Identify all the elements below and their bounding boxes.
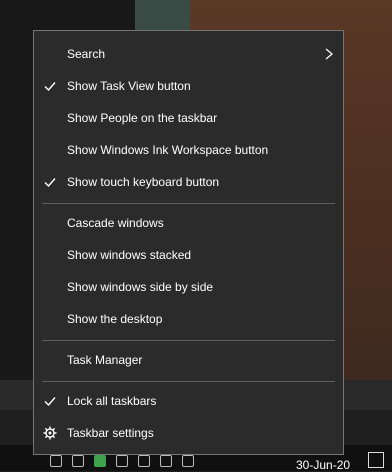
menu-item-show-ink-workspace[interactable]: Show Windows Ink Workspace button [34,134,343,166]
menu-item-show-windows-stacked[interactable]: Show windows stacked [34,239,343,271]
menu-item-label: Task Manager [67,353,143,367]
menu-separator [42,381,335,382]
menu-item-label: Cascade windows [67,216,164,230]
menu-item-label: Taskbar settings [67,426,154,440]
notification-icon[interactable] [368,452,384,468]
menu-separator [42,203,335,204]
checkmark-icon [44,82,56,92]
menu-item-cascade-windows[interactable]: Cascade windows [34,207,343,239]
menu-item-label: Show windows side by side [67,280,214,294]
menu-item-label: Show touch keyboard button [67,175,220,189]
checkmark-icon [44,178,56,188]
chevron-right-icon [325,48,334,60]
menu-item-label: Show Windows Ink Workspace button [67,143,269,157]
tray-icon[interactable] [138,455,150,467]
gear-icon [43,426,57,440]
taskbar-context-menu: Search Show Task View button Show People… [33,30,344,455]
menu-item-lock-taskbars[interactable]: Lock all taskbars [34,385,343,417]
menu-item-label: Show windows stacked [67,248,192,262]
menu-item-label: Show the desktop [67,312,163,326]
menu-item-search[interactable]: Search [34,38,343,70]
checkmark-icon [44,397,56,407]
background-window [135,0,190,30]
tray-icon[interactable] [50,455,62,467]
menu-item-show-people[interactable]: Show People on the taskbar [34,102,343,134]
menu-item-label: Show Task View button [67,79,191,93]
menu-separator [42,340,335,341]
taskbar-date[interactable]: 30-Jun-20 [296,458,350,472]
menu-item-show-windows-side-by-side[interactable]: Show windows side by side [34,271,343,303]
tray-icon[interactable] [160,455,172,467]
menu-item-show-task-view[interactable]: Show Task View button [34,70,343,102]
tray-icon[interactable] [116,455,128,467]
menu-item-taskbar-settings[interactable]: Taskbar settings [34,417,343,449]
menu-item-task-manager[interactable]: Task Manager [34,344,343,376]
menu-item-show-touch-keyboard[interactable]: Show touch keyboard button [34,166,343,198]
menu-item-show-desktop[interactable]: Show the desktop [34,303,343,335]
system-tray [50,455,194,467]
tray-icon[interactable] [72,455,84,467]
menu-item-label: Lock all taskbars [67,394,157,408]
shield-icon[interactable] [94,455,106,467]
tray-icon[interactable] [182,455,194,467]
menu-item-label: Show People on the taskbar [67,111,218,125]
menu-item-label: Search [67,47,106,61]
